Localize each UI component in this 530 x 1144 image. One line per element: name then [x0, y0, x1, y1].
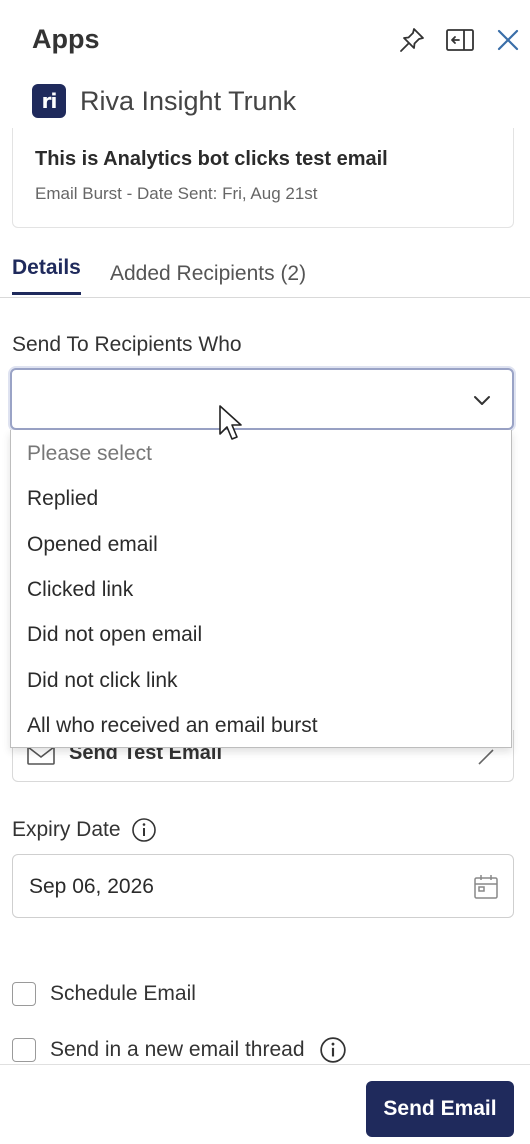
- schedule-email-option[interactable]: Schedule Email: [12, 979, 196, 1009]
- send-to-options-list: Please select Replied Opened email Click…: [10, 430, 512, 748]
- send-to-select[interactable]: [10, 368, 514, 430]
- pin-icon[interactable]: [396, 24, 428, 56]
- app-header: Apps: [0, 0, 530, 80]
- expiry-label: Expiry Date: [12, 818, 121, 841]
- email-subtitle: Email Burst - Date Sent: Fri, Aug 21st: [35, 184, 318, 203]
- option-did-not-open-email[interactable]: Did not open email: [27, 623, 202, 647]
- tab-details[interactable]: Details: [12, 256, 81, 295]
- option-replied[interactable]: Replied: [27, 487, 98, 511]
- tab-added-recipients[interactable]: Added Recipients (2): [110, 262, 306, 286]
- close-icon[interactable]: [492, 24, 524, 56]
- new-thread-option[interactable]: Send in a new email thread: [12, 1035, 347, 1065]
- option-did-not-click-link[interactable]: Did not click link: [27, 669, 178, 693]
- info-icon[interactable]: [319, 1036, 347, 1064]
- send-email-button[interactable]: Send Email: [366, 1081, 514, 1137]
- option-clicked-link[interactable]: Clicked link: [27, 578, 133, 602]
- expiry-date-input[interactable]: Sep 06, 2026: [12, 854, 514, 918]
- schedule-email-checkbox[interactable]: [12, 982, 36, 1006]
- tab-bar: Details Added Recipients (2): [0, 250, 530, 298]
- email-summary-card: This is Analytics bot clicks test email …: [12, 128, 514, 228]
- option-please-select[interactable]: Please select: [27, 442, 152, 466]
- collapse-panel-icon[interactable]: [444, 24, 476, 56]
- calendar-icon[interactable]: [473, 873, 499, 901]
- app-identity: ri Riva Insight Trunk: [32, 84, 296, 118]
- send-to-label: Send To Recipients Who: [12, 333, 242, 356]
- expiry-date-value: Sep 06, 2026: [29, 875, 154, 898]
- apps-title: Apps: [32, 24, 100, 54]
- chevron-down-icon: [474, 396, 490, 405]
- info-icon[interactable]: [131, 817, 157, 843]
- new-thread-checkbox[interactable]: [12, 1038, 36, 1062]
- app-logo: ri: [32, 84, 66, 118]
- mouse-cursor-icon: [219, 405, 242, 440]
- footer-bar: Send Email: [0, 1064, 530, 1144]
- option-opened-email[interactable]: Opened email: [27, 533, 158, 557]
- schedule-email-label: Schedule Email: [50, 982, 196, 1005]
- email-title: This is Analytics bot clicks test email: [35, 148, 388, 170]
- option-all-who-received[interactable]: All who received an email burst: [27, 714, 318, 738]
- app-name: Riva Insight Trunk: [80, 85, 297, 116]
- new-thread-label: Send in a new email thread: [50, 1038, 305, 1061]
- expiry-label-row: Expiry Date: [12, 817, 157, 843]
